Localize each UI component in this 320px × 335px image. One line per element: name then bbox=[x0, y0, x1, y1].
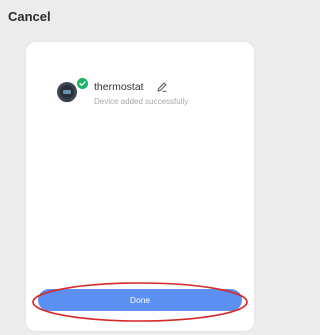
device-name-group: thermostat bbox=[94, 81, 168, 93]
thermostat-device-icon bbox=[57, 82, 77, 103]
check-badge-icon bbox=[76, 77, 89, 90]
device-row: thermostat Device added successfully bbox=[56, 77, 246, 117]
edit-pencil-icon[interactable] bbox=[156, 81, 168, 93]
device-name: thermostat bbox=[94, 81, 144, 93]
done-button[interactable]: Done bbox=[38, 289, 242, 311]
cancel-button[interactable]: Cancel bbox=[8, 9, 51, 24]
device-card: thermostat Device added successfully Don… bbox=[26, 42, 254, 331]
device-added-screen: Cancel thermostat Device added successfu… bbox=[0, 0, 257, 335]
device-status-text: Device added successfully bbox=[94, 97, 189, 106]
